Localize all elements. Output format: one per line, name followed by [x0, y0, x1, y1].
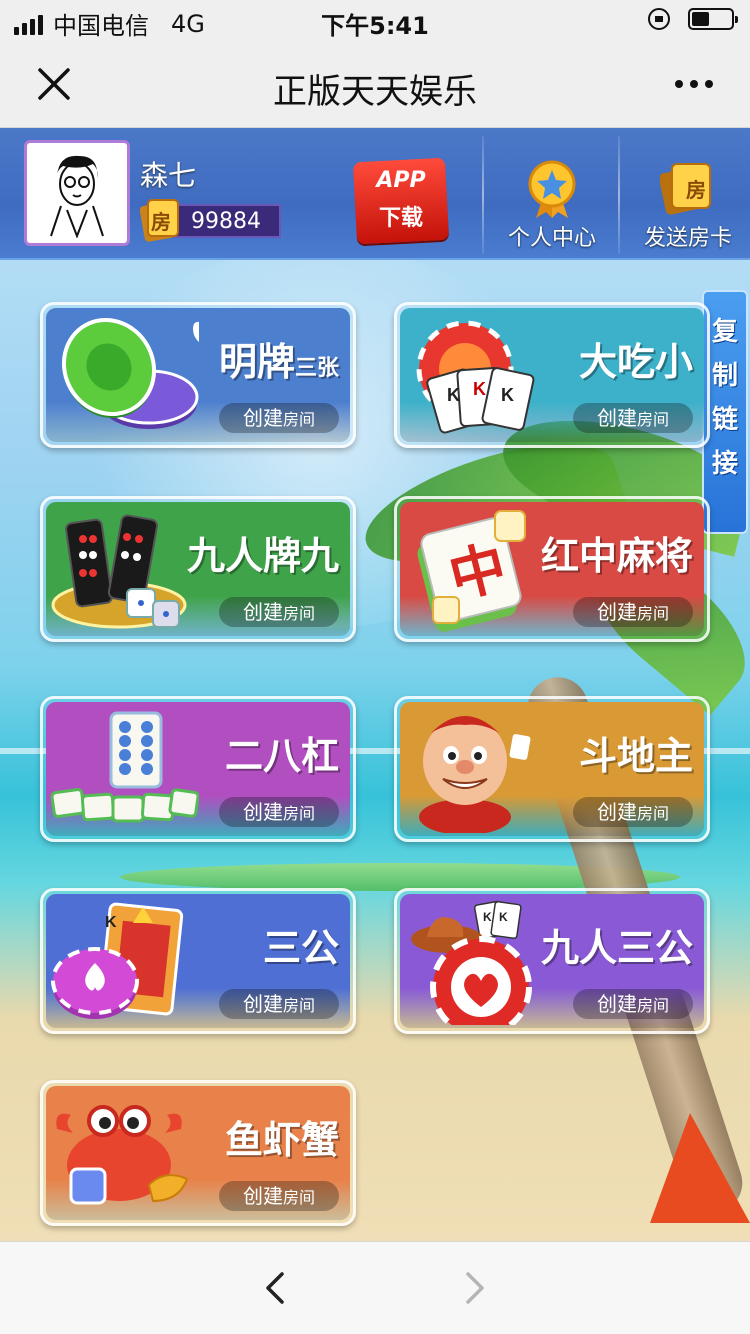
back-button[interactable]: [250, 1262, 302, 1314]
create-room-button[interactable]: 创建房间: [573, 797, 693, 827]
game-card-dachixiao[interactable]: K K K 大吃小 创建房间: [394, 302, 710, 448]
status-bar: 中国电信 4G 下午5:41: [0, 0, 750, 40]
more-dot-icon: [690, 80, 698, 88]
game-card-yuxiaxie[interactable]: 鱼虾蟹 创建房间: [40, 1080, 356, 1226]
create-room-button[interactable]: 创建房间: [219, 989, 339, 1019]
send-card-glyph: 房: [686, 177, 706, 202]
svg-text:K: K: [473, 379, 486, 399]
game-title: 二八杠: [224, 734, 339, 778]
svg-text:K: K: [105, 914, 117, 931]
create-room-button[interactable]: 创建房间: [219, 797, 339, 827]
playing-cards-chip-icon: K K K: [416, 320, 535, 434]
game-card-hongzhong-majiang[interactable]: 中 红中麻将 创建房间: [394, 496, 710, 642]
svg-text:K: K: [483, 910, 492, 924]
game-title: 三公: [262, 926, 339, 970]
poker-chips-icon: [61, 317, 199, 429]
create-room-button[interactable]: 创建房间: [219, 1181, 339, 1211]
room-card-glyph: 房: [151, 209, 171, 234]
crab-dice-icon: [56, 1105, 189, 1205]
create-room-button[interactable]: 创建房间: [219, 597, 339, 627]
avatar-portrait-icon: [50, 155, 104, 238]
more-dot-icon: [675, 80, 683, 88]
nav-bar: 正版天天娱乐: [0, 40, 750, 128]
header-divider: [482, 136, 484, 254]
game-title: 鱼虾蟹: [224, 1118, 339, 1162]
svg-text:K: K: [499, 910, 508, 924]
send-room-card-button[interactable]: 房 发送房卡: [630, 156, 746, 256]
game-card-mingpai-sanzhang[interactable]: 明牌三张 创建房间: [40, 302, 356, 448]
copy-link-label: 复制链接: [711, 317, 738, 479]
mahjong-tile-icon: 中: [417, 510, 526, 632]
svg-text:K: K: [447, 385, 460, 405]
app-download-label-line1: APP: [376, 168, 426, 193]
room-card-icon: 房: [139, 198, 182, 242]
game-card-jiuren-sangong[interactable]: K K 九人三公 创建房间: [394, 888, 710, 1034]
background-sail: [650, 1113, 750, 1223]
personal-center-button[interactable]: 个人中心: [496, 156, 608, 256]
app-download-label-line2: 下载: [378, 206, 423, 231]
chevron-left-icon: [266, 1272, 284, 1304]
game-title: 九人牌九: [186, 534, 339, 578]
game-title: 大吃小: [578, 340, 693, 384]
room-card-count: 99884: [191, 209, 261, 234]
close-button[interactable]: [28, 58, 80, 110]
browser-toolbar: [0, 1241, 750, 1334]
create-room-button[interactable]: 创建房间: [573, 597, 693, 627]
game-card-doudizhu[interactable]: 斗地主 创建房间: [394, 696, 710, 842]
close-icon: [38, 68, 70, 100]
game-title: 九人三公: [540, 926, 693, 970]
create-room-button[interactable]: 创建房间: [219, 403, 339, 433]
battery-icon: [688, 8, 738, 30]
game-title: 红中麻将: [540, 534, 693, 578]
cowboy-hat-chip-icon: K K: [411, 900, 532, 1025]
create-room-button[interactable]: 创建房间: [573, 989, 693, 1019]
rotation-lock-icon: [648, 8, 670, 30]
king-card-chip-icon: K: [51, 902, 184, 1019]
dominoes-dice-icon: [51, 514, 187, 629]
chevron-right-icon: [466, 1272, 484, 1304]
more-button[interactable]: [666, 62, 722, 106]
more-dot-icon: [705, 80, 713, 88]
avatar[interactable]: [24, 140, 130, 246]
game-card-jiuren-paijiu[interactable]: 九人牌九 创建房间: [40, 496, 356, 642]
app-download-button[interactable]: APP 下载: [352, 157, 450, 245]
room-card-icon: 房: [658, 160, 716, 216]
svg-text:K: K: [501, 385, 514, 405]
player-header: 森七 99884 房 APP 下载 个人中心 房 发送房卡: [0, 128, 750, 260]
clock: 下午5:41: [321, 12, 429, 40]
game-lobby: 森七 99884 房 APP 下载 个人中心 房 发送房卡 复 制 链 接 明牌…: [0, 128, 750, 1241]
send-card-label: 发送房卡: [643, 226, 732, 251]
landlord-character-icon: [419, 716, 531, 833]
game-title: 斗地主: [578, 734, 693, 778]
game-card-sangong[interactable]: K 三公 创建房间: [40, 888, 356, 1034]
game-title: 明牌三张: [218, 340, 339, 384]
create-room-button[interactable]: 创建房间: [573, 403, 693, 433]
header-divider: [618, 136, 620, 254]
game-card-erbagang[interactable]: 二八杠 创建房间: [40, 696, 356, 842]
page-title: 正版天天娱乐: [273, 72, 477, 112]
medal-star-icon: [528, 160, 576, 218]
personal-center-label: 个人中心: [507, 226, 596, 251]
forward-button[interactable]: [448, 1262, 500, 1314]
mahjong-tiles-row-icon: [50, 711, 199, 823]
player-name: 森七: [140, 159, 197, 192]
